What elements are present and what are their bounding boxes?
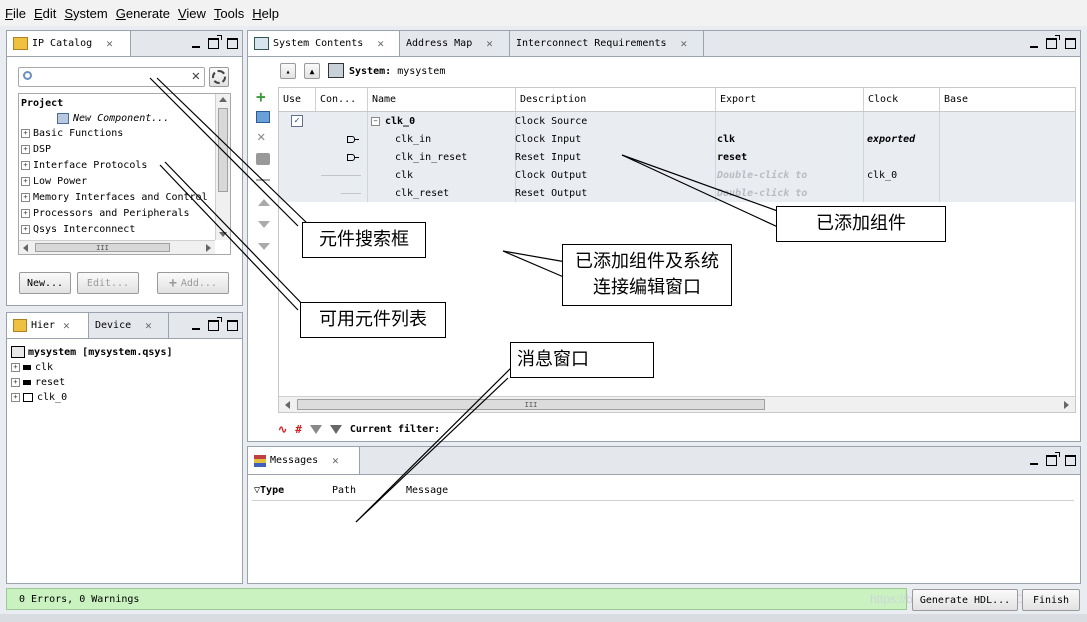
annotation-lines bbox=[149, 77, 787, 523]
pointer-added-components-2 bbox=[621, 154, 781, 229]
pointer-edit-window-2 bbox=[502, 250, 567, 279]
pointer-search-box bbox=[156, 77, 311, 227]
callout-available-list: 可用元件列表 bbox=[300, 302, 446, 338]
pointer-search-box-2 bbox=[149, 77, 299, 227]
pointer-added-components bbox=[621, 154, 787, 215]
pointer-message-window-2 bbox=[355, 377, 509, 523]
pointer-available-list bbox=[164, 161, 309, 311]
callout-message-window: 消息窗口 bbox=[510, 342, 654, 378]
callout-search-box: 元件搜索框 bbox=[302, 222, 426, 258]
callout-edit-window: 已添加组件及系统连接编辑窗口 bbox=[562, 244, 732, 306]
pointer-edit-window bbox=[502, 250, 567, 263]
callout-added-components: 已添加组件 bbox=[776, 206, 946, 242]
pointer-available-list-2 bbox=[159, 164, 299, 311]
pointer-message-window bbox=[355, 364, 515, 523]
